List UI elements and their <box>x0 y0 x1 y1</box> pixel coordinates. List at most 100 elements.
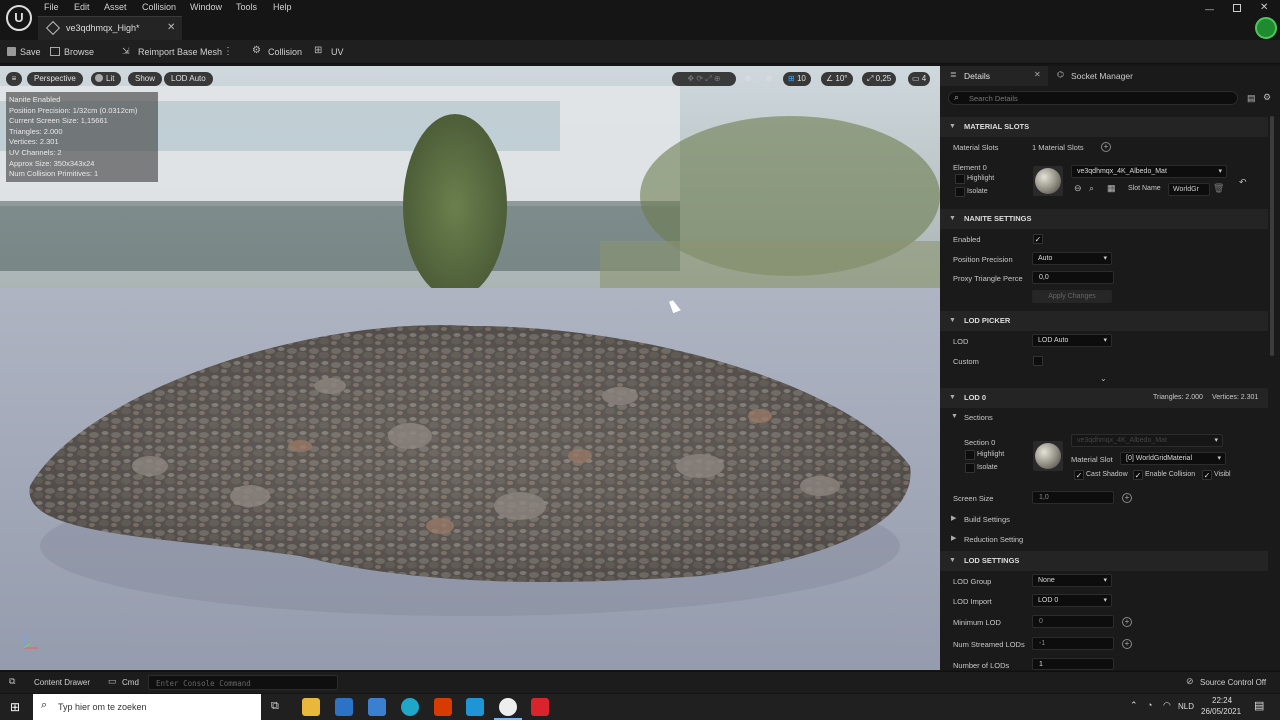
sections-label[interactable]: Sections <box>964 413 993 422</box>
custom-checkbox[interactable] <box>1033 356 1043 366</box>
reduction-settings-label[interactable]: Reduction Setting <box>964 535 1023 544</box>
slot-name-input[interactable]: WorldGr <box>1168 183 1210 196</box>
menu-file[interactable]: File <box>44 0 59 15</box>
unreal-logo-icon[interactable]: U <box>6 5 32 31</box>
settings-icon[interactable]: ⚙ <box>1263 92 1271 103</box>
screen-size-input[interactable]: 1,0 <box>1032 491 1114 504</box>
position-precision-dropdown[interactable]: Auto <box>1032 252 1112 265</box>
world-icon[interactable]: ⊛ <box>762 72 776 86</box>
highlight-checkbox[interactable] <box>955 174 965 184</box>
browse-button[interactable]: Browse <box>64 40 94 64</box>
menu-edit[interactable]: Edit <box>74 0 90 15</box>
source-status-icon[interactable] <box>1255 17 1277 39</box>
save-button[interactable]: Save <box>20 40 41 64</box>
build-settings-label[interactable]: Build Settings <box>964 515 1010 524</box>
perspective-button[interactable]: Perspective <box>27 72 83 86</box>
material-thumbnail[interactable] <box>1033 166 1063 196</box>
socket-manager-tab[interactable]: Socket Manager <box>1071 71 1133 81</box>
show-button[interactable]: Show <box>128 72 163 86</box>
table-view-icon[interactable]: ▤ <box>1247 93 1256 104</box>
isolate-checkbox[interactable] <box>955 187 965 197</box>
menu-tools[interactable]: Tools <box>236 0 257 15</box>
reset-icon[interactable]: ↶ <box>1239 177 1247 188</box>
use-asset-icon[interactable]: ⊖ <box>1074 183 1082 194</box>
num-streamed-add-icon[interactable]: + <box>1122 639 1132 649</box>
grid-snap-button[interactable]: ⊞ 10 <box>783 72 811 86</box>
uv-button[interactable]: UV <box>331 40 344 64</box>
expand-chevron-icon[interactable]: ⌄ <box>1100 374 1107 383</box>
number-of-lods-input[interactable]: 1 <box>1032 658 1114 670</box>
browse-asset-icon[interactable]: ⌕ <box>1089 183 1094 194</box>
maximize-icon[interactable] <box>1233 4 1241 12</box>
acrobat-icon[interactable] <box>531 698 549 716</box>
num-streamed-lods-input[interactable]: -1 <box>1032 637 1114 650</box>
visible-checkbox[interactable]: ✓ <box>1202 470 1212 480</box>
section-material-thumbnail[interactable] <box>1033 441 1063 471</box>
nanite-header[interactable]: ▼ NANITE SETTINGS <box>940 209 1268 229</box>
lod-settings-header[interactable]: ▼ LOD SETTINGS <box>940 551 1268 571</box>
more-options-icon[interactable]: ⋮ <box>223 46 233 57</box>
details-scrollbar[interactable] <box>1270 116 1274 356</box>
cast-shadow-checkbox[interactable]: ✓ <box>1074 470 1084 480</box>
lod-picker-header[interactable]: ▼ LOD PICKER <box>940 311 1268 331</box>
material-slot-dropdown[interactable]: [0] WorldGridMaterial <box>1120 452 1226 465</box>
lod-import-dropdown[interactable]: LOD 0 <box>1032 594 1112 607</box>
asset-tab[interactable]: ve3qdhmqx_High* ✕ <box>38 16 182 40</box>
material-options-icon[interactable]: ▦ <box>1107 183 1116 194</box>
details-search-input[interactable]: ⌕ Search Details <box>948 91 1238 105</box>
reduction-settings-expand-icon[interactable]: ▶ <box>951 534 956 542</box>
add-slot-icon[interactable]: + <box>1101 142 1111 152</box>
file-explorer-icon[interactable] <box>302 698 320 716</box>
language-indicator[interactable]: NLD <box>1178 702 1194 711</box>
menu-collision[interactable]: Collision <box>142 0 176 15</box>
nanite-enabled-checkbox[interactable]: ✓ <box>1033 234 1043 244</box>
viewport[interactable]: ≡ Perspective Lit Show LOD Auto ✥ ⟳ ⤢ ⊕ … <box>0 66 940 670</box>
menu-window[interactable]: Window <box>190 0 222 15</box>
task-view-icon[interactable]: ⧉ <box>271 700 279 713</box>
minimum-lod-input[interactable]: 0 <box>1032 615 1114 628</box>
mail-icon[interactable] <box>368 698 386 716</box>
notifications-icon[interactable]: ▤ <box>1254 699 1264 712</box>
proxy-triangle-input[interactable]: 0,0 <box>1032 271 1114 284</box>
section-highlight-checkbox[interactable] <box>965 450 975 460</box>
content-drawer-button[interactable]: Content Drawer <box>34 678 90 687</box>
store-icon[interactable] <box>335 698 353 716</box>
office-icon[interactable] <box>434 698 452 716</box>
apply-changes-button[interactable]: Apply Changes <box>1032 290 1112 303</box>
blender-tool-icon[interactable] <box>466 698 484 716</box>
transform-tools[interactable]: ✥ ⟳ ⤢ ⊕ <box>672 72 736 86</box>
surface-snap-icon[interactable]: ⊚ <box>742 72 754 86</box>
reimport-button[interactable]: Reimport Base Mesh <box>138 40 222 64</box>
network-icon[interactable]: ◔ <box>1147 700 1152 710</box>
lod-group-dropdown[interactable]: None <box>1032 574 1112 587</box>
close-tab-icon[interactable]: ✕ <box>167 22 175 33</box>
minimize-icon[interactable]: — <box>1205 4 1214 14</box>
delete-slot-icon[interactable]: 🗑 <box>1213 183 1224 194</box>
angle-snap-button[interactable]: ∠ 10° <box>821 72 853 86</box>
clock-date[interactable]: 26/05/2021 <box>1201 707 1241 716</box>
lit-button[interactable]: Lit <box>91 72 122 86</box>
section-isolate-checkbox[interactable] <box>965 463 975 473</box>
lod-dropdown[interactable]: LOD Auto <box>1032 334 1112 347</box>
close-window-icon[interactable]: ✕ <box>1260 2 1268 13</box>
close-details-icon[interactable]: ✕ <box>1034 70 1041 79</box>
build-settings-expand-icon[interactable]: ▶ <box>951 514 956 522</box>
taskbar-search-input[interactable]: ⌕ Typ hier om te zoeken <box>33 694 261 720</box>
wifi-icon[interactable]: ◠ <box>1163 700 1171 711</box>
camera-speed-button[interactable]: ▭ 4 <box>908 72 931 86</box>
sections-collapse-icon[interactable]: ▼ <box>951 413 958 420</box>
collision-button[interactable]: Collision <box>268 40 302 64</box>
details-tab[interactable]: ≣ Details ✕ <box>940 66 1048 86</box>
menu-asset[interactable]: Asset <box>104 0 127 15</box>
tray-chevron-icon[interactable]: ⌃ <box>1130 700 1138 711</box>
minimum-lod-add-icon[interactable]: + <box>1122 617 1132 627</box>
viewport-menu-icon[interactable]: ≡ <box>6 72 22 86</box>
material-slots-header[interactable]: ▼ MATERIAL SLOTS <box>940 117 1268 137</box>
lod-auto-button[interactable]: LOD Auto <box>164 72 213 86</box>
source-control-button[interactable]: Source Control Off <box>1200 678 1266 687</box>
cmd-button[interactable]: Cmd <box>122 678 139 687</box>
console-input[interactable]: Enter Console Command <box>148 675 338 690</box>
scale-snap-button[interactable]: ⤢ 0,25 <box>862 72 897 86</box>
enable-collision-checkbox[interactable]: ✓ <box>1133 470 1143 480</box>
material-dropdown[interactable]: ve3qdhmqx_4K_Albedo_Mat <box>1071 165 1227 178</box>
